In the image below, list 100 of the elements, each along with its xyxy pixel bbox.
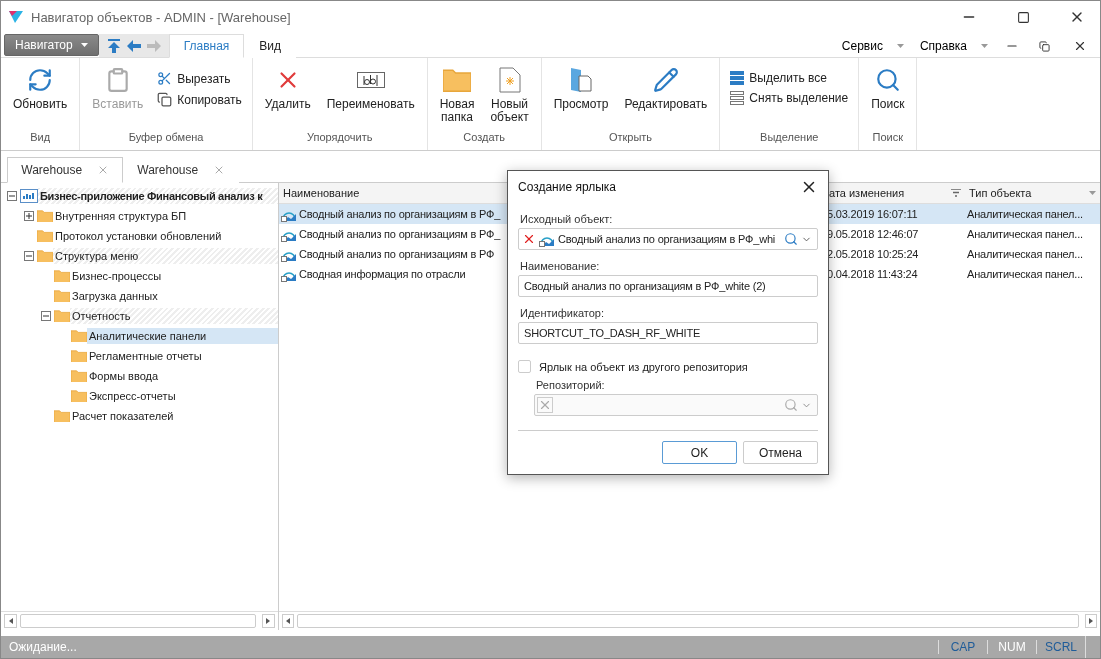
maximize-icon[interactable] — [1016, 10, 1030, 24]
caret-icon — [1089, 191, 1096, 195]
tree-item[interactable]: Экспресс-отчеты — [87, 388, 278, 404]
left-arrow-icon[interactable] — [8, 618, 13, 624]
caret-icon — [981, 44, 988, 48]
scroll-left-button[interactable] — [282, 614, 294, 628]
scrollbar[interactable] — [279, 611, 1100, 630]
collapse-toggle[interactable] — [7, 191, 17, 201]
dialog-title: Создание ярлыка — [518, 180, 617, 194]
ribbon-button[interactable]: Выделить все — [726, 70, 853, 86]
ribbon-tab[interactable]: Главная — [168, 34, 245, 58]
ribbon-button[interactable]: Удалить — [258, 64, 317, 128]
group-label: Буфер обмена — [127, 130, 205, 145]
collapse-toggle[interactable] — [41, 311, 51, 321]
navigator-button[interactable]: Навигатор — [4, 34, 99, 56]
group-label: Вид — [29, 130, 52, 145]
checkbox[interactable] — [518, 360, 531, 373]
folder-icon — [71, 349, 87, 363]
ribbon-button[interactable]: Редактировать — [618, 64, 714, 128]
expand-toggle[interactable] — [24, 211, 34, 221]
close-icon[interactable] — [1073, 39, 1087, 53]
key-indicator: NUM — [987, 640, 1036, 654]
caret-icon — [896, 44, 904, 48]
list-icon — [730, 71, 745, 85]
restore-icon[interactable] — [1038, 40, 1050, 52]
filter-icon[interactable] — [951, 189, 961, 197]
ribbon-button[interactable]: Вырезать — [153, 70, 246, 87]
menu-item[interactable]: Справка — [911, 35, 996, 57]
group-label: Открыть — [607, 130, 654, 145]
scroll-right-button[interactable] — [261, 614, 275, 628]
scrollbar[interactable] — [1, 611, 278, 630]
pencil-icon — [652, 67, 679, 93]
table-cell: Аналитическая панел... — [965, 204, 1100, 224]
group-label: Поиск — [871, 130, 905, 145]
window-title: Навигатор объектов - ADMIN - [Warehouse] — [31, 9, 292, 25]
group-label: Упорядочить — [306, 130, 374, 145]
dialog-button[interactable]: Отмена — [743, 441, 818, 464]
tree-item[interactable]: Загрузка данных — [70, 288, 278, 304]
folder-icon — [37, 249, 53, 263]
field-label: Идентификатор: — [520, 307, 606, 319]
status-text: Ожидание... — [8, 640, 78, 654]
list-icon — [730, 91, 745, 105]
folder-icon — [54, 269, 70, 283]
name-field[interactable]: Сводный анализ по организациям в РФ_white (2) — [518, 275, 818, 297]
tree-item[interactable]: Отчетность — [70, 308, 278, 324]
left-arrow-icon[interactable] — [285, 618, 290, 624]
right-arrow-icon[interactable] — [266, 618, 271, 624]
scroll-left-button[interactable] — [4, 614, 18, 628]
arrow-up-icon[interactable] — [106, 38, 121, 53]
ribbon-button[interactable]: Обновить — [7, 64, 74, 128]
field-label: Репозиторий: — [536, 379, 606, 391]
folder-icon — [37, 209, 53, 223]
ribbon-button[interactable]: Новый объект — [484, 64, 535, 128]
table-cell[interactable]: Сводный анализ по организациям в РФ_ — [279, 204, 505, 224]
tree-item[interactable]: Структура меню — [53, 248, 278, 264]
folder-icon — [54, 309, 70, 323]
tree-item[interactable]: Расчет показателей — [70, 408, 278, 424]
folder-icon — [54, 409, 70, 423]
column-header[interactable]: Наименование — [279, 183, 505, 204]
tree-item[interactable]: Формы ввода — [87, 368, 278, 384]
app-logo-icon — [9, 11, 23, 23]
menu-item[interactable]: Сервис — [833, 35, 912, 57]
ribbon-button[interactable]: Новая папка — [433, 64, 481, 128]
folder-icon — [54, 289, 70, 303]
scroll-thumb[interactable] — [296, 614, 1080, 628]
app-icon — [20, 189, 38, 203]
scissors-icon — [157, 71, 173, 86]
tree-item[interactable]: Внутренняя структура БП — [53, 208, 278, 224]
scroll-thumb[interactable] — [20, 614, 256, 628]
tree-item[interactable]: Бизнес-приложение Финансовый анализ к — [38, 188, 278, 204]
field-label: Исходный объект: — [520, 213, 614, 225]
tree-item[interactable]: Протокол установки обновлений — [53, 228, 278, 244]
ribbon-button[interactable]: Просмотр — [547, 64, 615, 128]
source-object-field[interactable]: Сводный анализ по организациям в РФ_whi — [518, 228, 818, 250]
copy-icon — [157, 92, 173, 107]
folder-icon — [71, 369, 87, 383]
caret-icon[interactable] — [80, 43, 88, 47]
identifier-field[interactable]: SHORTCUT_TO_DASH_RF_WHITE — [518, 322, 818, 344]
back-arrow-icon[interactable] — [126, 39, 141, 52]
ribbon-button[interactable]: Копировать — [153, 91, 246, 108]
clear-icon[interactable] — [522, 232, 536, 246]
scroll-right-button[interactable] — [1085, 614, 1097, 628]
folder-icon — [71, 329, 87, 343]
new-file-icon — [498, 67, 521, 93]
folder-icon — [443, 68, 472, 92]
ribbon-button[interactable]: Переименовать — [320, 64, 421, 128]
collapse-toggle[interactable] — [24, 251, 34, 261]
tree-item[interactable]: Регламентные отчеты — [87, 348, 278, 364]
ribbon-button[interactable]: Снять выделение — [726, 90, 853, 106]
document-tab[interactable]: Warehouse — [7, 157, 123, 183]
checkbox-label: Ярлык на объект из другого репозитория — [539, 360, 748, 373]
ribbon-button[interactable]: Поиск — [865, 64, 911, 128]
dialog-button[interactable]: OK — [662, 441, 737, 464]
column-header[interactable]: Тип объекта — [965, 183, 1100, 204]
search-icon — [874, 67, 901, 93]
tree-item[interactable]: Бизнес-процессы — [70, 268, 278, 284]
search-icon[interactable] — [784, 232, 798, 246]
tree-item[interactable]: Аналитические панели — [87, 328, 278, 344]
right-arrow-icon[interactable] — [1089, 618, 1094, 624]
rename-icon — [356, 70, 385, 90]
